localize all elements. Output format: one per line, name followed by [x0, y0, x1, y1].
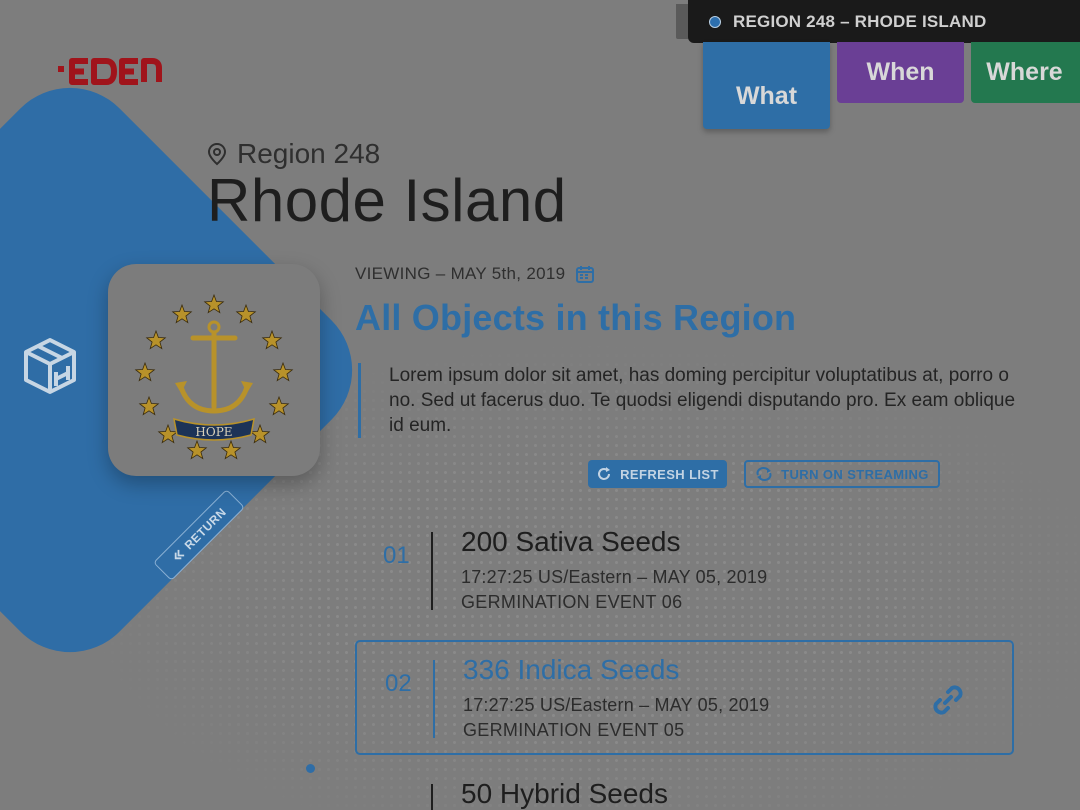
section-title: All Objects in this Region [355, 297, 797, 338]
list-item-selected[interactable]: 02 336 Indica Seeds 17:27:25 US/Eastern … [355, 640, 1014, 755]
page-indicator-dot [306, 764, 315, 773]
region-banner: REGION 248 – RHODE ISLAND [688, 0, 1080, 43]
list-item-number: 02 [385, 670, 412, 697]
description-line: id eum. [389, 415, 452, 436]
link-icon[interactable] [928, 680, 968, 720]
turn-on-streaming-button[interactable]: TURN ON STREAMING [744, 460, 940, 488]
flag-card: HOPE [108, 264, 320, 476]
list-item-event: GERMINATION EVENT 06 [461, 592, 683, 612]
list-item-divider [433, 660, 435, 738]
calendar-icon[interactable] [575, 264, 595, 284]
list-item-timestamp: 17:27:25 US/Eastern – MAY 05, 2019 [463, 695, 770, 715]
tab-what[interactable]: What [703, 42, 830, 129]
description-accent-bar [358, 363, 361, 438]
list-item-divider [431, 532, 433, 610]
viewing-date: VIEWING – MAY 5th, 2019 [355, 264, 595, 284]
tab-where[interactable]: Where [971, 42, 1080, 103]
list-item-divider [431, 784, 433, 810]
list-item-title: 50 Hybrid Seeds [461, 778, 669, 809]
eden-logo [58, 58, 162, 85]
status-dot-icon [709, 15, 721, 28]
page-title: Rhode Island [207, 167, 567, 234]
tab-when[interactable]: When [837, 42, 964, 103]
description-text: Lorem ipsum dolor sit amet, has doming p… [389, 363, 1079, 441]
list-item[interactable]: 01 200 Sativa Seeds 17:27:25 US/Eastern … [355, 514, 1014, 629]
description-line: no. Sed ut facerus duo. Te quodsi eligen… [389, 390, 1016, 411]
refresh-list-button[interactable]: REFRESH LIST [588, 460, 727, 488]
banner-text: REGION 248 – RHODE ISLAND [733, 11, 987, 31]
package-cube-icon[interactable] [20, 336, 80, 396]
map-pin-icon [207, 142, 227, 166]
list-item[interactable]: 50 Hybrid Seeds [355, 766, 1014, 810]
list-item-number: 01 [383, 542, 410, 569]
refresh-icon [598, 467, 611, 480]
list-item-title: 200 Sativa Seeds [461, 526, 681, 557]
refresh-list-label: REFRESH LIST [620, 466, 719, 482]
double-chevron-left-icon [174, 550, 184, 560]
turn-on-streaming-label: TURN ON STREAMING [781, 466, 929, 482]
rhode-island-flag: HOPE [134, 293, 294, 460]
description-line: Lorem ipsum dolor sit amet, has doming p… [389, 365, 1009, 386]
list-item-event: GERMINATION EVENT 05 [463, 720, 685, 740]
list-item-title: 336 Indica Seeds [463, 654, 680, 685]
list-item-timestamp: 17:27:25 US/Eastern – MAY 05, 2019 [461, 567, 768, 587]
flag-motto: HOPE [195, 425, 232, 439]
viewing-text: VIEWING – MAY 5th, 2019 [355, 264, 566, 283]
sync-icon [756, 467, 772, 481]
